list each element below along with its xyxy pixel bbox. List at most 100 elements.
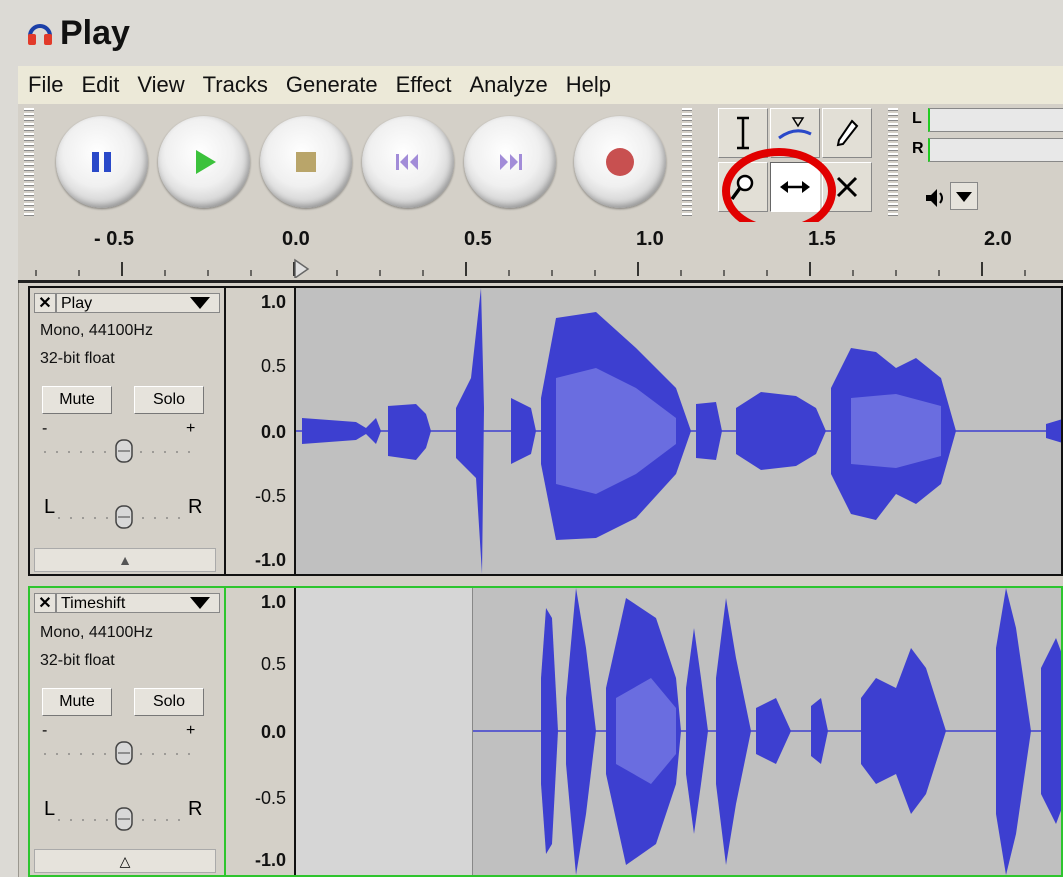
menu-edit[interactable]: Edit (71, 72, 127, 98)
track-bitdepth: 32-bit float (40, 350, 115, 367)
level-meter: L R (898, 104, 1063, 222)
toolbar-grip[interactable] (24, 108, 34, 218)
mute-button[interactable]: Mute (42, 688, 112, 716)
headphones-icon (28, 24, 52, 45)
menu-view[interactable]: View (127, 72, 192, 98)
scale-label: -1.0 (254, 550, 286, 570)
pencil-icon (836, 119, 859, 147)
record-button[interactable] (574, 116, 666, 208)
ruler-ticks (35, 258, 1026, 278)
meter-right-bar (928, 138, 1063, 162)
pan-slider[interactable]: L R (42, 794, 202, 834)
record-icon (606, 148, 634, 176)
menu-effect[interactable]: Effect (386, 72, 460, 98)
pan-left-label: L (44, 496, 56, 518)
meter-left-bar (928, 108, 1063, 132)
pause-button[interactable] (56, 116, 148, 208)
scale-label: 1.0 (260, 292, 286, 312)
menu-analyze[interactable]: Analyze (459, 72, 555, 98)
scale-label: -0.5 (254, 486, 286, 506)
gain-slider[interactable]: - + (42, 420, 202, 466)
toolbar: L R (18, 104, 1063, 223)
gain-minus-label: - (42, 420, 48, 437)
track-header: ✕ Timeshift (34, 592, 220, 614)
slider-track (44, 439, 198, 463)
dropdown-arrow-icon (956, 192, 972, 202)
solo-button[interactable]: Solo (134, 386, 204, 414)
ruler-tick: 1.5 (808, 228, 836, 250)
solo-button[interactable]: Solo (134, 688, 204, 716)
menu-file[interactable]: File (18, 72, 71, 98)
pan-left-label: L (44, 798, 56, 820)
play-head-marker (294, 258, 310, 278)
play-button[interactable] (158, 116, 250, 208)
i-beam-icon (737, 116, 749, 150)
skip-start-icon (396, 154, 418, 170)
scale-label: -1.0 (254, 850, 286, 870)
scale-label: -0.5 (254, 788, 286, 808)
waveform-area[interactable] (296, 288, 1061, 574)
track-bitdepth: 32-bit float (40, 652, 115, 669)
skip-to-start-button[interactable] (362, 116, 454, 208)
track-header: ✕ Play (34, 292, 220, 314)
asterisk-icon (836, 176, 858, 198)
waveform (296, 288, 1061, 574)
skip-to-end-button[interactable] (464, 116, 556, 208)
speaker-icon[interactable] (922, 186, 948, 210)
scale-label: 0.0 (260, 422, 286, 442)
window-title: Play (60, 14, 130, 52)
gain-slider[interactable]: - + (42, 722, 202, 768)
ruler-tick: - 0.5 (94, 228, 135, 250)
gain-plus-label: + (186, 722, 196, 739)
close-track-icon[interactable]: ✕ (34, 293, 56, 313)
ruler-tick: 1.0 (636, 228, 664, 250)
amplitude-ruler: 1.0 0.5 0.0 -0.5 -1.0 (226, 588, 296, 875)
slider-track (44, 741, 198, 765)
menu-bar: File Edit View Tracks Generate Effect An… (18, 66, 1063, 104)
slider-track (58, 807, 184, 831)
pan-right-label: R (188, 496, 203, 518)
collapse-track-button[interactable]: △ (34, 849, 216, 873)
track-format: Mono, 44100Hz (40, 322, 153, 339)
tools-grip[interactable] (682, 108, 692, 218)
scale-label: 1.0 (260, 592, 286, 612)
meter-right-label: R (912, 140, 924, 157)
meter-grip[interactable] (888, 108, 898, 218)
scale-label: 0.5 (260, 654, 286, 674)
pan-slider[interactable]: L R (42, 492, 202, 532)
menu-tracks[interactable]: Tracks (193, 72, 276, 98)
gain-minus-label: - (42, 722, 48, 739)
window-left-frame (0, 66, 19, 877)
mute-button[interactable]: Mute (42, 386, 112, 414)
scale-label: 0.5 (260, 356, 286, 376)
menu-generate[interactable]: Generate (276, 72, 386, 98)
title-bar: Play (0, 0, 1063, 67)
ruler-tick: 0.5 (464, 228, 492, 250)
stop-button[interactable] (260, 116, 352, 208)
meter-dropdown[interactable] (950, 182, 978, 210)
gain-plus-label: + (186, 420, 196, 437)
skip-end-icon (500, 154, 522, 170)
dropdown-arrow-icon[interactable] (190, 297, 210, 309)
track-format: Mono, 44100Hz (40, 624, 153, 641)
scale-label: 0.0 (260, 722, 286, 742)
timeline-ruler[interactable]: - 0.5 0.0 0.5 1.0 1.5 2.0 (18, 222, 1063, 283)
slider-track (58, 505, 184, 529)
waveform-area[interactable] (296, 588, 1061, 875)
stop-icon (296, 152, 316, 172)
dropdown-arrow-icon[interactable] (190, 597, 210, 609)
track-control-panel: ✕ Timeshift Mono, 44100Hz 32-bit float M… (30, 588, 226, 875)
draw-tool[interactable] (822, 108, 872, 158)
pause-icon (92, 152, 111, 172)
ruler-tick: 0.0 (282, 228, 310, 250)
amplitude-ruler: 1.0 0.5 0.0 -0.5 -1.0 (226, 288, 296, 574)
envelope-icon (778, 117, 812, 140)
collapse-track-button[interactable]: ▲ (34, 548, 216, 572)
empty-region (296, 588, 473, 875)
meter-left-label: L (912, 110, 922, 127)
track-timeshift[interactable]: ✕ Timeshift Mono, 44100Hz 32-bit float M… (28, 586, 1063, 877)
close-track-icon[interactable]: ✕ (34, 593, 56, 613)
play-icon (196, 150, 216, 174)
menu-help[interactable]: Help (556, 72, 619, 98)
track-play[interactable]: ✕ Play Mono, 44100Hz 32-bit float Mute S… (28, 286, 1063, 576)
